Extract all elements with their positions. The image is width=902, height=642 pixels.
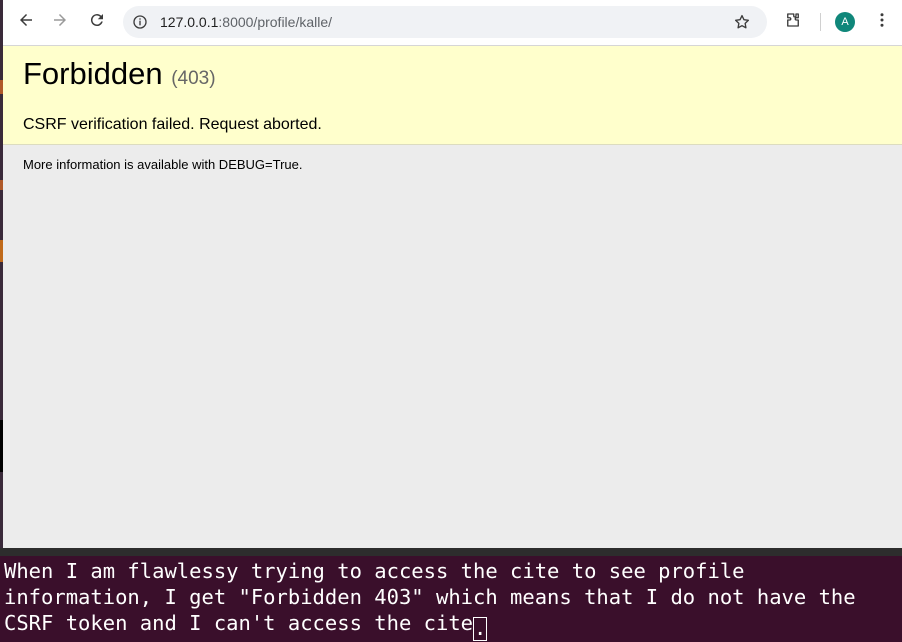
url-text[interactable]: 127.0.0.1:8000/profile/kalle/	[160, 14, 332, 30]
terminal-divider	[0, 548, 902, 556]
text-cursor: .	[473, 616, 488, 641]
more-menu-button[interactable]	[868, 8, 896, 36]
extensions-button[interactable]	[779, 8, 807, 36]
error-reason: CSRF verification failed. Request aborte…	[23, 116, 322, 133]
forward-arrow-icon	[51, 11, 69, 34]
extensions-icon	[784, 11, 802, 34]
terminal-line: When I am flawlessy trying to access the…	[4, 559, 868, 635]
terminal-window[interactable]: When I am flawlessy trying to access the…	[0, 556, 902, 642]
back-arrow-icon	[17, 11, 35, 34]
debug-info: More information is available with DEBUG…	[23, 157, 303, 172]
status-code: (403)	[171, 68, 216, 89]
site-info-icon[interactable]	[129, 11, 151, 33]
more-menu-icon	[873, 11, 891, 34]
url-host: 127.0.0.1	[160, 14, 219, 30]
reload-button[interactable]	[83, 8, 111, 36]
bookmark-star-icon[interactable]	[731, 11, 753, 33]
url-path: :8000/profile/kalle/	[218, 14, 333, 30]
back-button[interactable]	[12, 8, 40, 36]
terminal-text: When I am flawlessy trying to access the…	[4, 558, 900, 641]
toolbar-divider	[820, 13, 821, 31]
address-bar[interactable]: 127.0.0.1:8000/profile/kalle/	[123, 6, 767, 38]
profile-avatar[interactable]: A	[835, 12, 855, 32]
page-title-text: Forbidden	[23, 56, 163, 91]
forward-button[interactable]	[46, 8, 74, 36]
reload-icon	[88, 11, 106, 34]
page-title: Forbidden (403)	[23, 56, 216, 97]
browser-window: 127.0.0.1:8000/profile/kalle/ A Forbidde…	[3, 0, 902, 548]
browser-toolbar: 127.0.0.1:8000/profile/kalle/ A	[3, 0, 902, 46]
error-summary: Forbidden (403) CSRF verification failed…	[3, 46, 902, 145]
